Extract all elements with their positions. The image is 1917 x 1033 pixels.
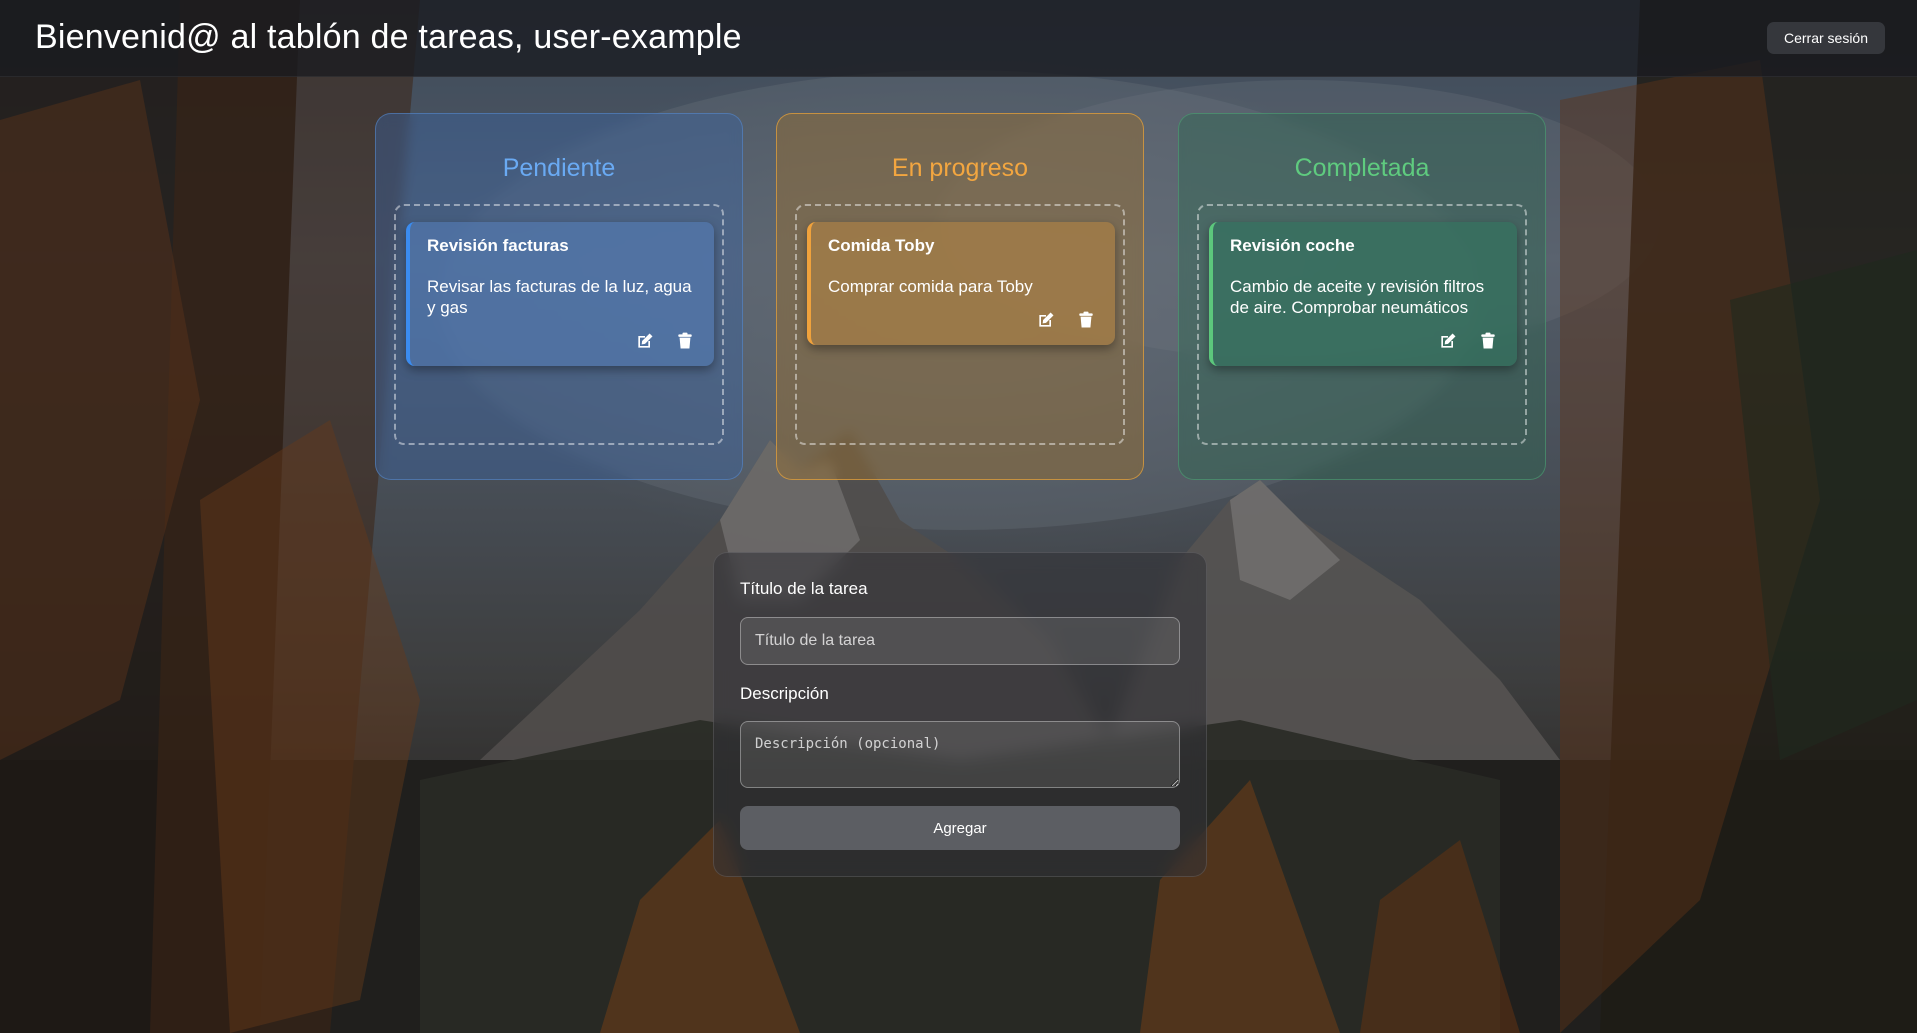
edit-icon	[1039, 312, 1054, 327]
edit-task-button[interactable]	[1437, 330, 1459, 352]
dropzone-pending[interactable]: Revisión facturas Revisar las facturas d…	[394, 204, 724, 445]
column-in-progress: En progreso Comida Toby Comprar comida p…	[776, 113, 1144, 480]
delete-task-button[interactable]	[1477, 330, 1499, 352]
edit-icon	[1441, 333, 1456, 348]
trash-icon	[678, 332, 692, 349]
add-task-button[interactable]: Agregar	[740, 806, 1180, 850]
edit-task-button[interactable]	[1035, 309, 1057, 331]
task-title: Comida Toby	[828, 236, 935, 255]
task-description: Revisar las facturas de la luz, agua y g…	[427, 277, 692, 317]
task-title-input[interactable]	[740, 617, 1180, 665]
task-card[interactable]: Revisión facturas Revisar las facturas d…	[406, 222, 714, 366]
task-title: Revisión coche	[1230, 236, 1355, 255]
logout-button[interactable]: Cerrar sesión	[1766, 22, 1885, 54]
column-pending: Pendiente Revisión facturas Revisar las …	[375, 113, 743, 480]
task-actions	[427, 330, 698, 352]
task-description-label: Descripción	[740, 684, 829, 703]
task-actions	[1230, 330, 1501, 352]
task-actions	[828, 309, 1099, 331]
top-header: Bienvenid@ al tablón de tareas, user-exa…	[0, 0, 1917, 77]
edit-task-button[interactable]	[634, 330, 656, 352]
task-description-input[interactable]	[740, 721, 1180, 788]
column-title: En progreso	[891, 154, 1029, 182]
column-completed: Completada Revisión coche Cambio de acei…	[1178, 113, 1546, 480]
dropzone-completed[interactable]: Revisión coche Cambio de aceite y revisi…	[1197, 204, 1527, 445]
trash-icon	[1481, 332, 1495, 349]
column-title: Pendiente	[502, 154, 616, 182]
delete-task-button[interactable]	[674, 330, 696, 352]
new-task-form: Título de la tarea Descripción Agregar	[713, 552, 1207, 877]
dropzone-in-progress[interactable]: Comida Toby Comprar comida para Toby	[795, 204, 1125, 445]
task-description: Comprar comida para Toby	[828, 277, 1033, 296]
task-card[interactable]: Revisión coche Cambio de aceite y revisi…	[1209, 222, 1517, 366]
page-title: Bienvenid@ al tablón de tareas, user-exa…	[35, 18, 742, 56]
task-title: Revisión facturas	[427, 236, 569, 255]
task-title-label: Título de la tarea	[740, 579, 868, 598]
task-description: Cambio de aceite y revisión filtros de a…	[1230, 277, 1485, 317]
trash-icon	[1079, 311, 1093, 328]
column-title: Completada	[1294, 154, 1430, 182]
task-card[interactable]: Comida Toby Comprar comida para Toby	[807, 222, 1115, 345]
delete-task-button[interactable]	[1075, 309, 1097, 331]
edit-icon	[638, 333, 653, 348]
